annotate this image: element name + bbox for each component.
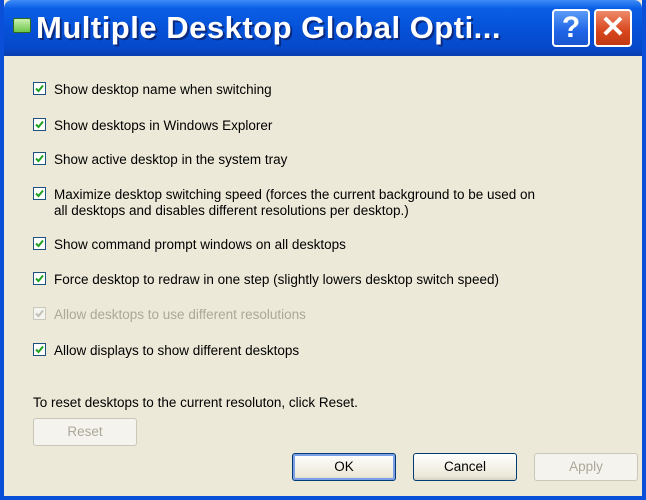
help-button[interactable]: ? [552,9,590,47]
option-show-in-explorer[interactable]: Show desktops in Windows Explorer [33,118,272,134]
option-force-redraw[interactable]: Force desktop to redraw in one step (sli… [33,272,499,288]
option-label: Maximize desktop switching speed (forces… [54,187,536,218]
window-title: Multiple Desktop Global Opti... [36,10,502,45]
checkbox [33,307,46,320]
checkbox[interactable] [33,187,46,200]
check-icon [35,120,44,129]
check-icon [35,345,44,354]
checkbox[interactable] [33,343,46,356]
option-label: Show desktops in Windows Explorer [54,118,273,133]
title-bar[interactable]: Multiple Desktop Global Opti... ? ✕ [4,0,642,56]
option-show-desktop-name[interactable]: Show desktop name when switching [33,82,272,98]
check-icon [35,309,44,318]
apply-button[interactable]: Apply [534,453,638,481]
option-label: Show desktop name when switching [54,82,272,97]
option-command-prompt-all[interactable]: Show command prompt windows on all deskt… [33,237,346,253]
ok-button[interactable]: OK [292,453,396,481]
reset-hint: To reset desktops to the current resolut… [33,395,358,410]
option-label: Allow desktops to use different resoluti… [54,307,306,322]
checkbox[interactable] [33,237,46,250]
checkbox[interactable] [33,152,46,165]
checkbox[interactable] [33,118,46,131]
check-icon [35,84,44,93]
checkbox[interactable] [33,82,46,95]
checkbox[interactable] [33,272,46,285]
option-different-resolutions: Allow desktops to use different resoluti… [33,307,306,323]
option-show-in-tray[interactable]: Show active desktop in the system tray [33,152,287,168]
check-icon [35,189,44,198]
close-button[interactable]: ✕ [594,9,632,47]
option-label: Force desktop to redraw in one step (sli… [54,272,499,287]
check-icon [35,154,44,163]
cancel-button[interactable]: Cancel [413,453,517,481]
app-icon [13,18,31,33]
option-displays-different-desktops[interactable]: Allow displays to show different desktop… [33,343,299,359]
check-icon [35,239,44,248]
option-maximize-speed[interactable]: Maximize desktop switching speed (forces… [33,187,535,219]
dialog-window: Multiple Desktop Global Opti... ? ✕ Show… [0,0,646,500]
option-label: Allow displays to show different desktop… [54,343,300,358]
reset-button[interactable]: Reset [33,418,137,446]
check-icon [35,274,44,283]
option-label: Show active desktop in the system tray [54,152,288,167]
option-label: Show command prompt windows on all deskt… [54,237,346,252]
